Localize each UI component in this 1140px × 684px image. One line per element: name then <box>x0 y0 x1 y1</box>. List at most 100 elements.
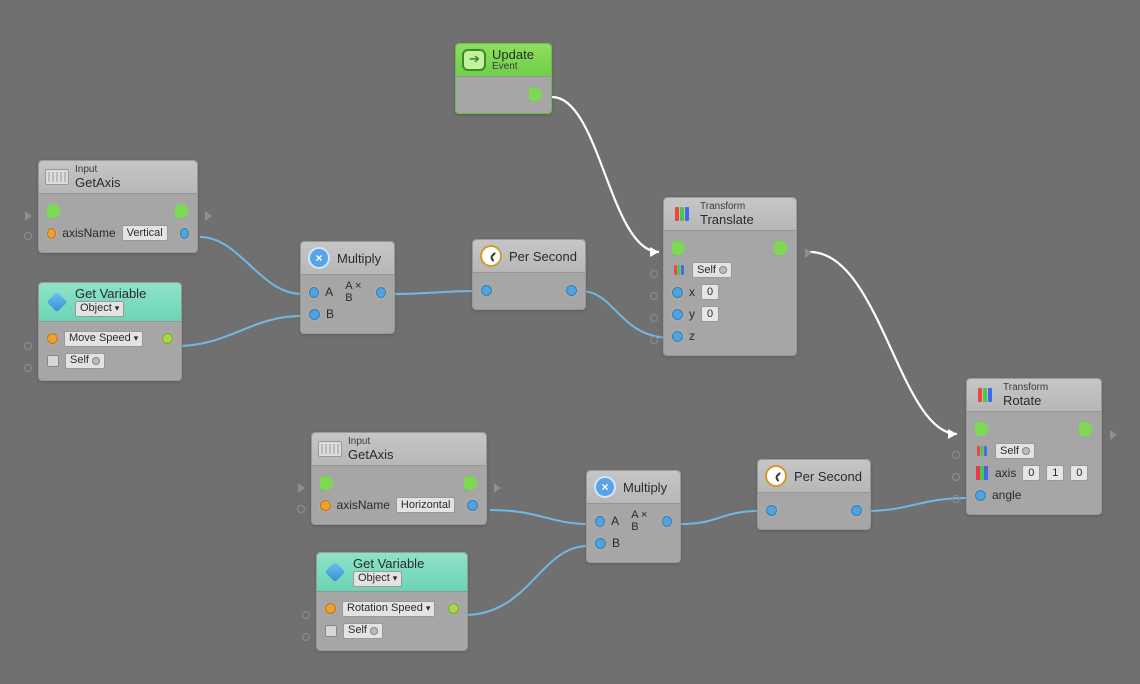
exec-in[interactable] <box>320 476 334 490</box>
node-header: Update Event <box>456 44 551 77</box>
node-header: Input GetAxis <box>312 433 486 466</box>
node-header: × Multiply <box>301 242 394 275</box>
port-edge-icon <box>650 314 658 322</box>
port-edge-icon <box>302 611 310 619</box>
port-edge-icon <box>650 270 658 278</box>
param-label: axisName <box>337 498 390 512</box>
node-header: Transform Rotate <box>967 379 1101 412</box>
exec-out[interactable] <box>529 87 543 101</box>
getvar-icon <box>45 290 69 314</box>
port-target[interactable] <box>325 625 337 637</box>
event-icon <box>462 48 486 72</box>
port-a[interactable] <box>595 516 605 527</box>
multiply-icon: × <box>307 246 331 270</box>
exec-out[interactable] <box>464 476 478 490</box>
port-target[interactable] <box>47 355 59 367</box>
port-b[interactable] <box>595 538 606 549</box>
clock-icon <box>479 244 503 268</box>
scope-dropdown[interactable]: Object▾ <box>75 301 124 317</box>
node-transform-translate[interactable]: Transform Translate Self x0 y0 z <box>663 197 797 356</box>
port-in[interactable] <box>766 505 777 516</box>
exec-in[interactable] <box>672 241 686 255</box>
axes-icon <box>672 258 686 282</box>
port-edge-icon <box>952 495 960 503</box>
node-super: Input <box>75 165 121 176</box>
var-name-dropdown[interactable]: Rotation Speed▾ <box>342 601 435 617</box>
node-title: Update <box>492 48 534 62</box>
node-title: Rotate <box>1003 394 1048 408</box>
port-edge-icon <box>952 473 960 481</box>
port-out[interactable] <box>180 228 189 239</box>
node-title: Translate <box>700 213 754 227</box>
node-header: Get Variable Object▾ <box>39 283 181 322</box>
node-header: Input GetAxis <box>39 161 197 194</box>
node-getaxis-vertical[interactable]: Input GetAxis axisName Vertical <box>38 160 198 253</box>
x-field[interactable]: 0 <box>701 284 719 300</box>
y-field[interactable]: 0 <box>701 306 719 322</box>
port-z[interactable] <box>672 331 683 342</box>
port-edge-icon <box>650 336 658 344</box>
axis-x-field[interactable]: 0 <box>1022 465 1040 481</box>
keyboard-icon <box>45 165 69 189</box>
port-y[interactable] <box>672 309 683 320</box>
multiply-icon: × <box>593 475 617 499</box>
port-angle[interactable] <box>975 490 986 501</box>
exec-in[interactable] <box>975 422 989 436</box>
transform-icon <box>973 383 997 407</box>
node-multiply-1[interactable]: × Multiply A A × B B <box>300 241 395 334</box>
node-header: Get Variable Object▾ <box>317 553 467 592</box>
target-dropdown[interactable]: Self <box>692 262 732 278</box>
node-persecond-1[interactable]: Per Second <box>472 239 586 310</box>
port-in[interactable] <box>47 228 56 239</box>
port-a[interactable] <box>309 287 319 298</box>
exec-out[interactable] <box>1079 422 1093 436</box>
getvar-icon <box>323 560 347 584</box>
node-title: GetAxis <box>348 448 394 462</box>
port-out[interactable] <box>467 500 478 511</box>
port-out[interactable] <box>162 333 173 344</box>
port-name[interactable] <box>325 603 336 614</box>
port-x[interactable] <box>672 287 683 298</box>
target-dropdown[interactable]: Self <box>995 443 1035 459</box>
port-in[interactable] <box>481 285 492 296</box>
port-edge-icon <box>650 292 658 300</box>
exec-edge-icon <box>805 248 812 258</box>
port-b[interactable] <box>309 309 320 320</box>
axis-z-field[interactable]: 0 <box>1070 465 1088 481</box>
port-out[interactable] <box>662 516 672 527</box>
axis-name-field[interactable]: Horizontal <box>396 497 456 513</box>
node-super: Input <box>348 437 394 448</box>
transform-icon <box>670 202 694 226</box>
node-header: Per Second <box>473 240 585 273</box>
node-header: Transform Translate <box>664 198 796 231</box>
port-in[interactable] <box>320 500 331 511</box>
port-edge-icon <box>952 451 960 459</box>
node-persecond-2[interactable]: Per Second <box>757 459 871 530</box>
target-dropdown[interactable]: Self <box>343 623 383 639</box>
rgb-icon <box>975 461 989 485</box>
node-title: Multiply <box>623 480 667 495</box>
axis-y-field[interactable]: 1 <box>1046 465 1064 481</box>
port-edge-icon <box>297 505 305 513</box>
node-transform-rotate[interactable]: Transform Rotate Self axis 0 1 0 angle <box>966 378 1102 515</box>
scope-dropdown[interactable]: Object▾ <box>353 571 402 587</box>
var-name-dropdown[interactable]: Move Speed▾ <box>64 331 143 347</box>
port-out[interactable] <box>376 287 386 298</box>
node-getvar-movespeed[interactable]: Get Variable Object▾ Move Speed▾ Self <box>38 282 182 381</box>
port-out[interactable] <box>448 603 459 614</box>
exec-in[interactable] <box>47 204 61 218</box>
port-out[interactable] <box>566 285 577 296</box>
axis-name-field[interactable]: Vertical <box>122 225 168 241</box>
port-out[interactable] <box>851 505 862 516</box>
node-update-event[interactable]: Update Event <box>455 43 552 114</box>
keyboard-icon <box>318 437 342 461</box>
target-dropdown[interactable]: Self <box>65 353 105 369</box>
node-getaxis-horizontal[interactable]: Input GetAxis axisName Horizontal <box>311 432 487 525</box>
node-multiply-2[interactable]: × Multiply A A × B B <box>586 470 681 563</box>
exec-out[interactable] <box>774 241 788 255</box>
node-title: Multiply <box>337 251 381 266</box>
node-getvar-rotationspeed[interactable]: Get Variable Object▾ Rotation Speed▾ Sel… <box>316 552 468 651</box>
port-name[interactable] <box>47 333 58 344</box>
exec-edge-icon <box>25 211 32 221</box>
exec-out[interactable] <box>175 204 189 218</box>
